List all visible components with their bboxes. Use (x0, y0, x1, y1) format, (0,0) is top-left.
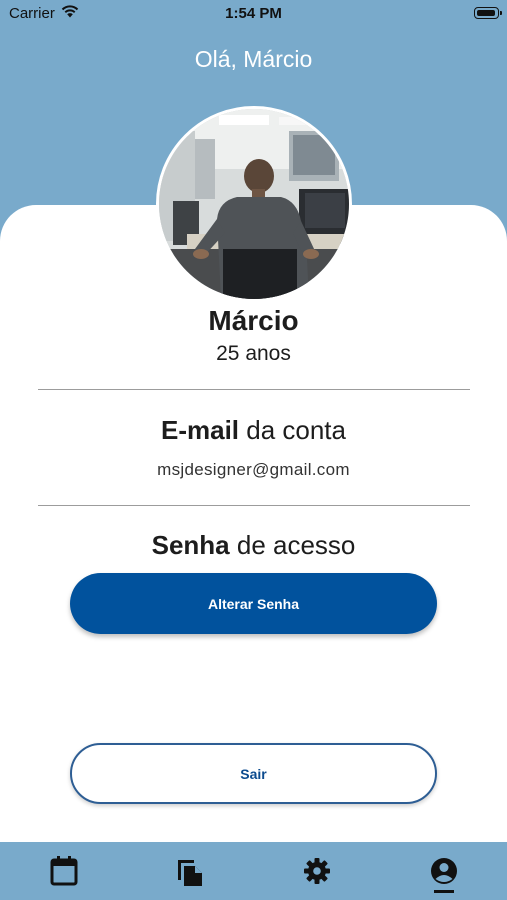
password-section-title: Senha de acesso (0, 530, 507, 561)
calendar-icon (50, 856, 78, 886)
bottom-navigation (0, 842, 507, 900)
email-section-title: E-mail da conta (0, 415, 507, 446)
logout-button[interactable]: Sair (70, 743, 437, 804)
documents-icon (178, 860, 202, 886)
divider (38, 505, 470, 506)
nav-item-documents[interactable] (173, 854, 207, 888)
profile-age: 25 anos (216, 342, 291, 365)
status-bar: Carrier 1:54 PM (0, 0, 507, 28)
email-value: msjdesigner@gmail.com (157, 460, 350, 479)
email-title-bold: E-mail (160, 415, 240, 445)
password-title-bold: Senha (151, 530, 230, 560)
nav-item-settings[interactable] (300, 854, 334, 888)
avatar (156, 106, 352, 302)
greeting-title: Olá, Márcio (194, 46, 313, 72)
status-time: 1:54 PM (225, 5, 282, 22)
email-title-rest: da conta (239, 415, 346, 445)
change-password-label: Alterar Senha (207, 595, 300, 612)
divider (38, 389, 470, 390)
avatar-photo (159, 109, 349, 299)
nav-item-calendar[interactable] (47, 854, 81, 888)
nav-item-profile[interactable] (427, 854, 461, 888)
logout-label: Sair (240, 765, 267, 782)
active-tab-indicator (434, 890, 454, 893)
password-title-rest: de acesso (229, 530, 356, 560)
change-password-button[interactable]: Alterar Senha (70, 573, 437, 634)
gear-icon (304, 858, 330, 884)
profile-name: Márcio (208, 305, 299, 336)
battery-icon (474, 7, 502, 19)
profile-icon (431, 858, 457, 884)
